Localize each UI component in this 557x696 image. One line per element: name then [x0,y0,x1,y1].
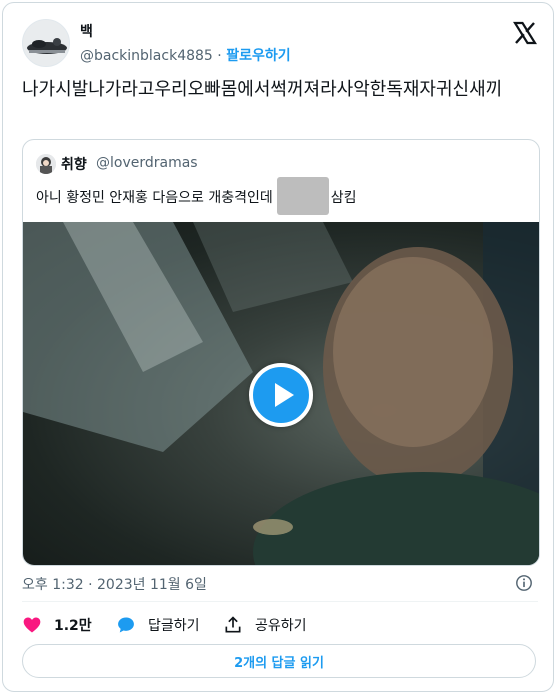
like-count: 1.2만 [54,618,92,634]
heart-icon [23,617,41,633]
share-button[interactable]: 공유하기 [223,613,307,637]
quoted-handle: @loverdramas [96,155,198,171]
quoted-avatar-image [36,154,56,174]
quoted-text: 아니 황정민 안재홍 다음으로 개충격인데 삼킴 [36,177,357,217]
follow-button[interactable]: 팔로우하기 [226,48,290,64]
action-bar: 1.2만 답글하기 공유하기 [22,613,538,637]
share-label: 공유하기 [255,618,307,634]
handle-separator: · [217,48,222,64]
play-button[interactable] [249,363,313,427]
share-icon [225,616,241,633]
info-icon[interactable] [515,574,533,592]
reply-button[interactable]: 답글하기 [116,613,200,637]
author-handle-row: @backinblack4885 · 팔로우하기 [80,45,291,65]
author-avatar[interactable] [22,19,70,67]
quoted-text-after: 삼킴 [330,190,357,206]
like-button[interactable]: 1.2만 [22,613,92,637]
redacted-block [276,177,329,215]
tweet-card: 백 @backinblack4885 · 팔로우하기 나가시발나가라고우리오빠몸… [2,2,554,692]
play-icon [275,383,294,407]
quoted-text-before: 아니 황정민 안재홍 다음으로 개충격인데 [36,190,273,206]
quoted-display-name: 취향 [61,157,87,173]
quoted-tweet[interactable]: 취향 @loverdramas 아니 황정민 안재홍 다음으로 개충격인데 삼킴 [22,139,540,566]
tweet-text: 나가시발나가라고우리오빠몸에서썩꺼져라사악한독재자귀신새끼 [22,79,503,100]
divider [22,601,538,602]
author-display-name[interactable]: 백 [80,21,93,41]
tweet-timestamp[interactable]: 오후 1:32 · 2023년 11월 6일 [22,574,207,594]
x-logo-icon[interactable] [513,21,537,45]
quoted-author-avatar[interactable] [36,154,56,174]
avatar-image [23,20,69,66]
reply-bubble-icon [118,617,134,633]
reply-label: 답글하기 [148,618,200,634]
author-handle[interactable]: @backinblack4885 [80,48,213,64]
video-thumbnail[interactable] [23,222,539,565]
read-replies-button[interactable]: 2개의 답글 읽기 [22,644,536,678]
